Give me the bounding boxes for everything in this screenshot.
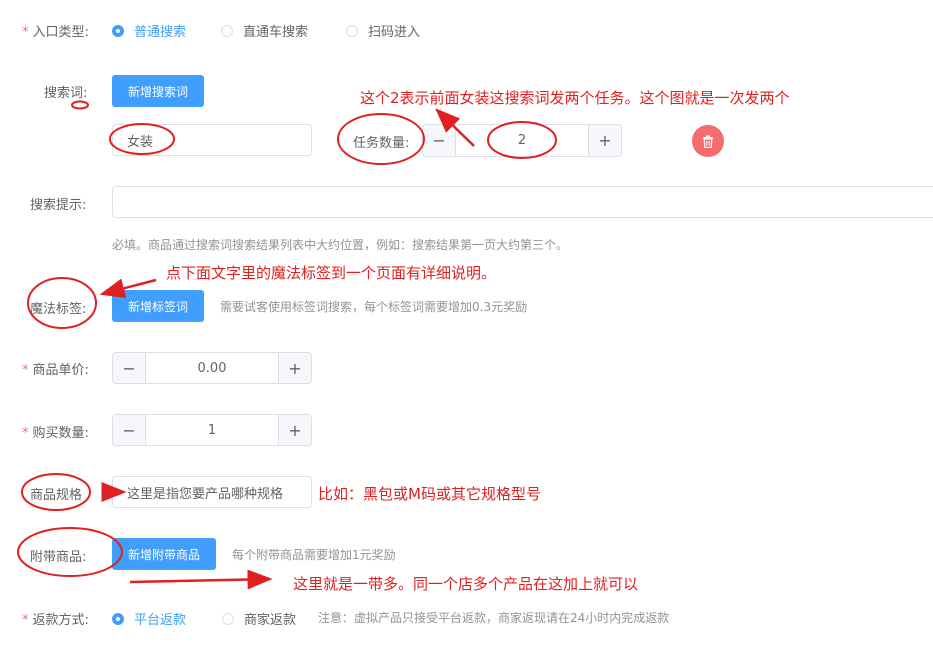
add-search-word-button[interactable]: 新增搜索词 xyxy=(112,75,204,107)
refund-platform[interactable]: 平台返款 xyxy=(112,609,186,628)
unit-price-value[interactable]: 0.00 xyxy=(146,353,278,383)
entry-type-through-train[interactable]: 直通车搜索 xyxy=(221,21,308,40)
unit-price-stepper[interactable]: − 0.00 + xyxy=(112,352,312,384)
attached-label: 附带商品: xyxy=(30,550,87,565)
entry-type-normal-search[interactable]: 普通搜索 xyxy=(112,21,186,40)
annotation-arrow-attached xyxy=(129,569,273,590)
annotation-task-count: 这个2表示前面女装这搜索词发两个任务。这个图就是一次发两个 xyxy=(360,89,790,107)
unit-price-label: * 商品单价: xyxy=(22,363,89,378)
unit-price-decrease-button[interactable]: − xyxy=(113,353,146,383)
entry-type-label: * 入口类型: xyxy=(22,25,89,40)
annotation-attached: 这里就是一带多。同一个店多个产品在这加上就可以 xyxy=(293,575,639,593)
annotation-spec: 比如：黑包或M码或其它规格型号 xyxy=(318,485,541,503)
task-count-increase-button[interactable]: + xyxy=(588,125,621,156)
buy-quantity-label: * 购买数量: xyxy=(22,426,89,441)
task-count-label: 任务数量: xyxy=(353,136,410,151)
search-hint-input[interactable] xyxy=(112,186,933,218)
annotation-magic-tag: 点下面文字里的魔法标签到一个页面有详细说明。 xyxy=(166,264,497,282)
refund-merchant[interactable]: 商家返款 xyxy=(222,609,296,628)
add-attached-product-button[interactable]: 新增附带商品 xyxy=(112,538,216,570)
search-hint-help-text: 必填。商品通过搜索词搜索结果列表中大约位置，例如：搜索结果第一页大约第三个。 xyxy=(112,238,569,252)
search-words-label: 搜索词: xyxy=(44,86,88,101)
delete-search-word-button[interactable] xyxy=(692,125,724,157)
search-word-input[interactable]: 女装 xyxy=(112,124,312,156)
refund-label: * 返款方式: xyxy=(22,613,89,628)
magic-tags-hint: 需要试客使用标签词搜索，每个标签词需要增加0.3元奖励 xyxy=(220,300,528,314)
magic-tags-label[interactable]: 魔法标签: xyxy=(30,298,86,317)
task-count-decrease-button[interactable]: − xyxy=(423,125,456,156)
spec-input[interactable]: 这里是指您要产品哪种规格 xyxy=(112,476,312,508)
refund-note: 注意：虚拟产品只接受平台返款，商家返现请在24小时内完成返款 xyxy=(318,611,670,625)
add-tag-word-button[interactable]: 新增标签词 xyxy=(112,290,204,322)
entry-type-scan-code[interactable]: 扫码进入 xyxy=(346,21,420,40)
task-count-value[interactable]: 2 xyxy=(456,125,588,156)
buy-quantity-decrease-button[interactable]: − xyxy=(113,415,146,445)
task-count-stepper[interactable]: − 2 + xyxy=(422,124,622,157)
buy-quantity-value[interactable]: 1 xyxy=(146,415,278,445)
annotation-circle-search-words xyxy=(71,100,89,110)
buy-quantity-increase-button[interactable]: + xyxy=(278,415,311,445)
attached-hint: 每个附带商品需要增加1元奖励 xyxy=(232,548,396,562)
search-hint-label: 搜索提示: xyxy=(30,198,87,213)
spec-label: 商品规格 xyxy=(30,488,83,503)
buy-quantity-stepper[interactable]: − 1 + xyxy=(112,414,312,446)
unit-price-increase-button[interactable]: + xyxy=(278,353,311,383)
trash-icon xyxy=(703,134,713,148)
